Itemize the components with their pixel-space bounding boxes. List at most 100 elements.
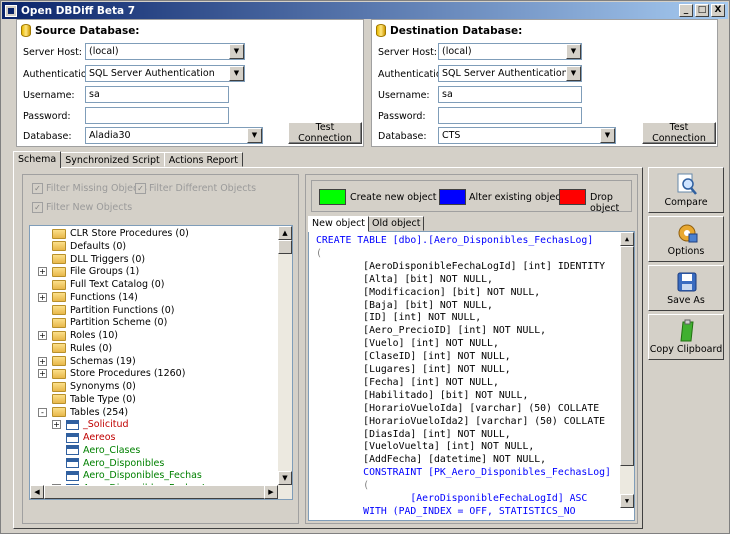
chevron-down-icon[interactable]: ▼ xyxy=(229,44,244,59)
tree-item-label: File Groups (1) xyxy=(70,266,140,278)
object-detail-panel: Create new object Alter existing object … xyxy=(305,174,638,524)
tree-item-label: Store Procedures (1260) xyxy=(70,368,186,380)
minimize-button[interactable]: _ xyxy=(679,4,693,17)
tab-actions-report[interactable]: Actions Report xyxy=(163,152,243,167)
code-line: [AddFecha] [datetime] NOT NULL, xyxy=(316,454,547,466)
database-icon xyxy=(21,24,31,37)
tree-horizontal-scrollbar[interactable]: ◀ ▶ xyxy=(30,485,292,499)
source-server-select[interactable]: (local) ▼ xyxy=(85,43,245,60)
source-database-select[interactable]: Aladia30 ▼ xyxy=(85,127,263,144)
scroll-down-icon[interactable]: ▼ xyxy=(620,494,634,508)
tree-item[interactable]: Defaults (0) xyxy=(52,240,126,253)
filter-new-checkbox[interactable]: ✓ Filter New Objects xyxy=(32,202,132,213)
expand-icon[interactable]: + xyxy=(52,420,61,430)
tree-item[interactable]: - Tables (254) xyxy=(38,406,128,419)
code-line: [Vuelo] [int] NOT NULL, xyxy=(316,338,499,350)
password-label: Password: xyxy=(23,111,71,122)
save-as-button[interactable]: Save As xyxy=(648,265,724,311)
tree-item[interactable]: + File Groups (1) xyxy=(38,265,140,278)
drop-color-swatch xyxy=(559,189,586,205)
clipboard-icon xyxy=(680,319,694,342)
tree-item[interactable]: + Roles (10) xyxy=(38,329,118,342)
tree-item[interactable]: Partition Functions (0) xyxy=(52,304,174,317)
schema-tree[interactable]: CLR Store Procedures (0) Defaults (0) DLL … xyxy=(29,225,293,500)
expand-icon[interactable]: + xyxy=(38,267,47,277)
destination-server-select[interactable]: (local) ▼ xyxy=(438,43,582,60)
tree-item[interactable]: Table Type (0) xyxy=(52,393,136,406)
scroll-up-icon[interactable]: ▲ xyxy=(620,232,634,246)
scroll-thumb[interactable] xyxy=(620,246,634,466)
chevron-down-icon[interactable]: ▼ xyxy=(600,128,615,143)
tree-item[interactable]: Rules (0) xyxy=(52,342,112,355)
tab-schema[interactable]: Schema xyxy=(13,151,62,168)
tree-item[interactable]: CLR Store Procedures (0) xyxy=(52,227,189,240)
tree-item[interactable]: Aero_Clases xyxy=(66,444,140,457)
tree-item-label: Roles (10) xyxy=(70,330,118,341)
window-title: Open DBDiff Beta 7 xyxy=(21,4,136,17)
tree-item[interactable]: + Store Procedures (1260) xyxy=(38,367,186,380)
maximize-button[interactable]: □ xyxy=(695,4,709,17)
options-button[interactable]: Options xyxy=(648,216,724,262)
scroll-down-icon[interactable]: ▼ xyxy=(278,471,292,485)
tree-item-label: CLR Store Procedures (0) xyxy=(70,228,189,239)
folder-icon xyxy=(52,381,66,392)
scroll-thumb[interactable] xyxy=(278,240,292,254)
tree-item[interactable]: Aero_Disponibles_Fechas xyxy=(66,469,202,482)
chevron-down-icon[interactable]: ▼ xyxy=(247,128,262,143)
tree-vertical-scrollbar[interactable]: ▲ ▼ xyxy=(278,226,292,485)
tab-new-object[interactable]: New object xyxy=(308,216,370,232)
source-username-input[interactable]: sa xyxy=(85,86,229,103)
destination-password-input[interactable] xyxy=(438,107,582,124)
expand-icon[interactable]: + xyxy=(38,369,47,379)
collapse-icon[interactable]: - xyxy=(38,407,47,417)
tree-item[interactable]: + _Solicitud xyxy=(52,418,129,431)
compare-button[interactable]: Compare xyxy=(648,167,724,213)
filter-missing-checkbox[interactable]: ✓ Filter Missing Objects xyxy=(32,183,147,194)
chevron-down-icon[interactable]: ▼ xyxy=(566,66,581,81)
main-tabs: Schema Synchronized Script Actions Repor… xyxy=(13,151,243,168)
copy-clipboard-button[interactable]: Copy Clipboard xyxy=(648,314,724,360)
tree-item[interactable]: + Schemas (19) xyxy=(38,355,136,368)
source-auth-select[interactable]: SQL Server Authentication ▼ xyxy=(85,65,245,82)
code-vertical-scrollbar[interactable]: ▲ ▼ xyxy=(620,232,634,508)
title-bar[interactable]: Open DBDiff Beta 7 _ □ X xyxy=(2,2,728,19)
tab-old-object[interactable]: Old object xyxy=(368,216,425,231)
gear-icon xyxy=(678,224,698,243)
source-password-input[interactable] xyxy=(85,107,229,124)
tree-item[interactable]: DLL Triggers (0) xyxy=(52,253,145,266)
tree-item[interactable]: Partition Scheme (0) xyxy=(52,316,167,329)
scroll-left-icon[interactable]: ◀ xyxy=(30,485,44,499)
tree-item[interactable]: Full Text Catalog (0) xyxy=(52,278,164,291)
folder-icon xyxy=(52,241,66,252)
destination-heading: Destination Database: xyxy=(390,24,523,37)
password-label: Password: xyxy=(378,111,426,122)
destination-test-connection-button[interactable]: Test Connection xyxy=(642,122,716,144)
source-test-connection-button[interactable]: Test Connection xyxy=(288,122,362,144)
sql-code-view[interactable]: CREATE TABLE [dbo].[Aero_Disponibles_Fec… xyxy=(308,231,635,521)
main-window: Open DBDiff Beta 7 _ □ X Source Database… xyxy=(0,0,730,534)
destination-username-input[interactable]: sa xyxy=(438,86,582,103)
table-icon xyxy=(66,432,79,443)
expand-icon[interactable]: + xyxy=(38,356,47,366)
filter-different-checkbox[interactable]: ✓ Filter Different Objects xyxy=(135,183,256,194)
code-line: WITH (PAD_INDEX = OFF, STATISTICS_NO xyxy=(316,505,576,517)
expand-icon[interactable]: + xyxy=(38,331,47,340)
scroll-right-icon[interactable]: ▶ xyxy=(264,485,278,499)
schema-tree-panel: ✓ Filter Missing Objects ✓ Filter Differen… xyxy=(22,174,299,524)
chevron-down-icon[interactable]: ▼ xyxy=(566,44,581,59)
destination-auth-select[interactable]: SQL Server Authentication ▼ xyxy=(438,65,582,82)
tab-synchronized-script[interactable]: Synchronized Script xyxy=(60,152,165,167)
checkmark-icon: ✓ xyxy=(135,183,146,194)
expand-icon[interactable]: + xyxy=(38,292,47,302)
scroll-up-icon[interactable]: ▲ xyxy=(278,226,292,240)
close-button[interactable]: X xyxy=(711,4,725,17)
folder-icon xyxy=(52,279,66,290)
destination-database-select[interactable]: CTS ▼ xyxy=(438,127,616,144)
app-icon xyxy=(5,4,17,17)
scroll-thumb[interactable] xyxy=(44,485,274,499)
tree-item[interactable]: Synonyms (0) xyxy=(52,380,136,393)
chevron-down-icon[interactable]: ▼ xyxy=(229,66,244,81)
tree-item[interactable]: Aereos xyxy=(66,431,115,444)
tree-item[interactable]: Aero_Disponibles xyxy=(66,457,164,470)
tree-item[interactable]: + Functions (14) xyxy=(38,291,138,304)
